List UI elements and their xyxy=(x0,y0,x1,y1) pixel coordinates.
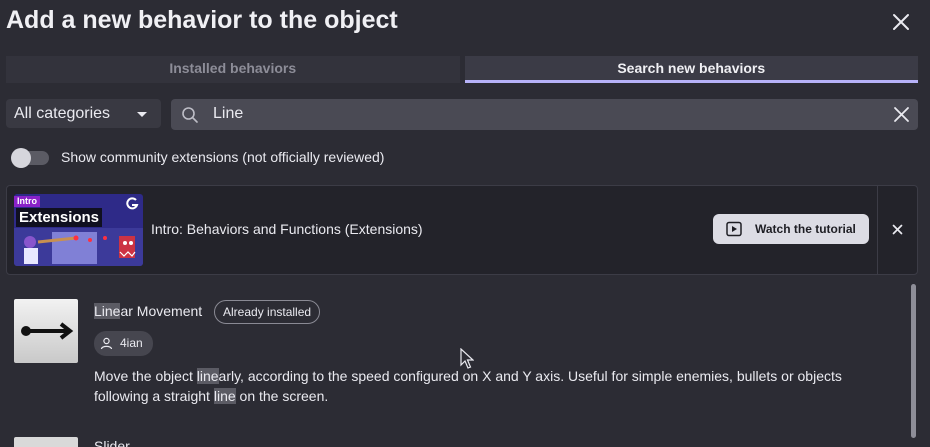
desc-segment-match: line xyxy=(213,388,236,404)
gdevelop-logo-icon xyxy=(126,197,139,210)
clear-search-icon[interactable] xyxy=(893,106,910,123)
thumbnail-artwork xyxy=(14,228,143,266)
tab-bar: Installed behaviors Search new behaviors xyxy=(6,56,918,83)
search-field[interactable]: Line xyxy=(171,99,918,130)
card-divider xyxy=(877,186,878,274)
behavior-name-rest: ar Movement xyxy=(120,303,203,319)
search-icon xyxy=(182,107,198,123)
thumb-title: Extensions xyxy=(16,208,103,227)
desc-segment: Move the object xyxy=(94,368,197,384)
author-chip[interactable]: 4ian xyxy=(94,331,153,356)
arrow-right-icon xyxy=(21,322,74,340)
caret-down-icon xyxy=(137,112,147,117)
already-installed-chip: Already installed xyxy=(214,300,321,324)
user-icon xyxy=(100,337,113,350)
category-select-value: All categories xyxy=(14,105,111,122)
category-select[interactable]: All categories xyxy=(6,99,161,128)
tutorial-label: Intro: Behaviors and Functions (Extensio… xyxy=(151,221,423,237)
play-icon xyxy=(726,221,742,237)
desc-segment-match: line xyxy=(196,368,219,384)
watch-tutorial-label: Watch the tutorial xyxy=(755,222,856,236)
tutorial-thumbnail[interactable]: Intro Extensions xyxy=(14,194,143,266)
search-result-item[interactable]: Slider xyxy=(0,430,905,447)
tab-search-new-behaviors[interactable]: Search new behaviors xyxy=(464,56,918,83)
scrollbar[interactable] xyxy=(911,284,916,438)
toggle-knob xyxy=(11,148,31,168)
dismiss-tutorial-icon[interactable] xyxy=(892,224,903,235)
author-name: 4ian xyxy=(120,336,143,350)
desc-segment: on the screen. xyxy=(235,388,329,404)
behavior-description: Move the object linearly, according to t… xyxy=(94,366,884,406)
watch-tutorial-button[interactable]: Watch the tutorial xyxy=(713,214,869,244)
behavior-thumbnail xyxy=(14,437,78,447)
community-toggle-label: Show community extensions (not officiall… xyxy=(61,149,385,165)
behavior-name: Linear Movement xyxy=(94,303,202,319)
behavior-name: Slider xyxy=(94,438,130,447)
behavior-thumbnail xyxy=(14,299,78,363)
tutorial-card: Intro Extensions Intro: Behaviors and Fu… xyxy=(6,185,918,275)
dialog-title: Add a new behavior to the object xyxy=(6,6,398,34)
search-result-item[interactable]: Linear Movement Already installed 4ian M… xyxy=(0,291,905,416)
behavior-name-match: Line xyxy=(94,303,121,319)
thumb-intro-badge: Intro xyxy=(14,196,40,207)
close-icon[interactable] xyxy=(890,11,912,33)
community-extensions-toggle[interactable] xyxy=(11,148,49,168)
mouse-cursor-icon xyxy=(460,348,474,369)
search-input[interactable]: Line xyxy=(213,105,243,123)
tab-installed-behaviors[interactable]: Installed behaviors xyxy=(6,56,460,83)
